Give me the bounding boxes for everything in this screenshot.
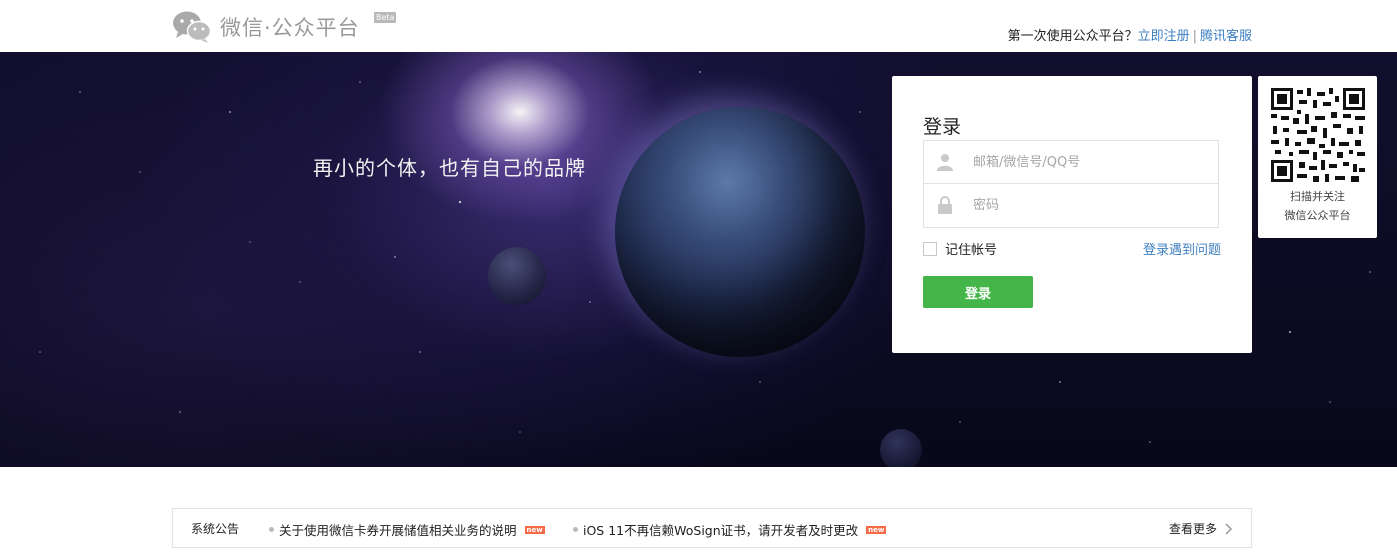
notice-item[interactable]: iOS 11不再信赖WoSign证书，请开发者及时更改 new bbox=[573, 520, 887, 539]
qr-caption-line1: 扫描并关注 bbox=[1290, 190, 1345, 203]
login-button[interactable]: 登录 bbox=[923, 276, 1033, 308]
register-link[interactable]: 立即注册 bbox=[1138, 29, 1190, 44]
qr-code-icon bbox=[1271, 88, 1365, 182]
password-field[interactable] bbox=[923, 184, 1219, 228]
planet-small bbox=[488, 247, 546, 305]
new-badge: new bbox=[866, 525, 887, 534]
system-notice-bar: 系统公告 关于使用微信卡券开展储值相关业务的说明 new iOS 11不再信赖W… bbox=[172, 508, 1252, 548]
login-panel: 登录 记住帐号 登录遇到问题 登录 bbox=[892, 76, 1252, 353]
account-input[interactable] bbox=[973, 141, 1208, 183]
password-input[interactable] bbox=[973, 184, 1208, 226]
login-title: 登录 bbox=[923, 116, 962, 138]
remember-label: 记住帐号 bbox=[945, 243, 998, 258]
wechat-logo[interactable]: 微信·公众平台 Beta bbox=[172, 10, 397, 44]
first-time-text: 第一次使用公众平台？ bbox=[1007, 29, 1138, 44]
remember-checkbox[interactable] bbox=[923, 241, 937, 256]
link-separator: | bbox=[1192, 29, 1197, 44]
notice-item-text[interactable]: iOS 11不再信赖WoSign证书，请开发者及时更改 bbox=[583, 520, 858, 539]
planet-tiny bbox=[880, 429, 922, 467]
lock-icon bbox=[938, 196, 952, 214]
top-links: 第一次使用公众平台？立即注册 | 腾讯客服 bbox=[1008, 25, 1252, 44]
login-problem-link[interactable]: 登录遇到问题 bbox=[1143, 239, 1221, 258]
remember-account[interactable]: 记住帐号 bbox=[923, 239, 997, 258]
logo-text: 微信·公众平台 bbox=[220, 16, 360, 40]
qr-panel: 扫描并关注 微信公众平台 bbox=[1258, 76, 1377, 238]
wechat-logo-icon bbox=[173, 11, 212, 43]
new-badge: new bbox=[524, 525, 545, 534]
bullet-dot-icon bbox=[573, 527, 578, 532]
tencent-service-link[interactable]: 腾讯客服 bbox=[1200, 29, 1252, 44]
bullet-dot-icon bbox=[269, 527, 274, 532]
planet-large bbox=[615, 107, 865, 357]
chevron-right-icon[interactable] bbox=[1223, 523, 1233, 535]
notice-item[interactable]: 关于使用微信卡券开展储值相关业务的说明 new bbox=[269, 520, 545, 539]
beta-badge: Beta bbox=[374, 12, 397, 23]
notice-item-text[interactable]: 关于使用微信卡券开展储值相关业务的说明 bbox=[279, 520, 517, 539]
top-header: 微信·公众平台 Beta 第一次使用公众平台？立即注册 | 腾讯客服 bbox=[0, 0, 1397, 52]
banner-slogan: 再小的个体，也有自己的品牌 bbox=[313, 156, 586, 180]
user-icon bbox=[937, 154, 953, 171]
view-more-link[interactable]: 查看更多 bbox=[1169, 520, 1217, 537]
account-field[interactable] bbox=[923, 140, 1219, 184]
notice-title: 系统公告 bbox=[191, 522, 240, 536]
qr-caption-line2: 微信公众平台 bbox=[1284, 209, 1351, 222]
